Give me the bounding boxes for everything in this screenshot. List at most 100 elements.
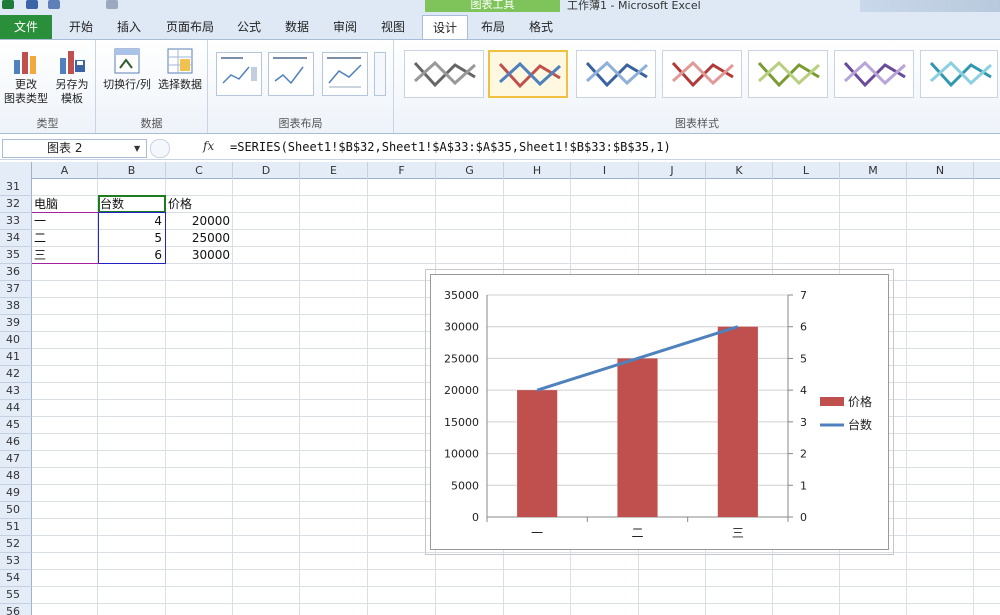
layout-1-icon [221,57,257,84]
tab-home[interactable]: 开始 [58,15,104,39]
chart-layout-3-thumbnail[interactable] [322,52,368,96]
cell-a32[interactable]: 电脑 [34,196,98,213]
tab-data[interactable]: 数据 [274,15,320,39]
chart-layouts-scroll[interactable] [374,52,386,96]
data-group-label: 数据 [140,117,163,130]
cell-c32[interactable]: 价格 [168,196,232,213]
y-tick-label-5000: 5000 [451,479,479,492]
row-header-54[interactable]: 54 [0,570,32,587]
save-as-template-button[interactable]: 另存为 模板 [50,46,94,106]
chart-layout-1-thumbnail[interactable] [216,52,262,96]
cell-c33[interactable]: 20000 [166,213,233,230]
save-icon[interactable] [26,0,38,9]
row-header-40[interactable]: 40 [0,332,32,349]
switch-row-column-button[interactable]: 切换行/列 [100,46,154,92]
column-header-m[interactable]: M [840,162,907,179]
tab-format[interactable]: 格式 [518,15,564,39]
change-chart-type-button[interactable]: 更改 图表类型 [4,46,48,106]
row-header-34[interactable]: 34 [0,230,32,247]
column-header-k[interactable]: K [706,162,773,179]
chart-style-5-thumbnail[interactable] [748,50,828,98]
redo-icon[interactable] [106,0,118,9]
y2-tick-label-1: 1 [800,479,807,492]
name-box[interactable]: 图表 2 [2,139,147,158]
y-tick-label-0: 0 [472,511,479,524]
formula-bar-splitter[interactable] [150,139,170,158]
column-header-l[interactable]: L [773,162,840,179]
column-header-a[interactable]: A [32,162,98,179]
tab-file[interactable]: 文件 [0,15,52,39]
chart-style-7-thumbnail[interactable] [920,50,998,98]
row-header-43[interactable]: 43 [0,383,32,400]
tab-view[interactable]: 视图 [370,15,416,39]
chart-styles-group-label: 图表样式 [675,117,719,130]
row-header-38[interactable]: 38 [0,298,32,315]
column-header-h[interactable]: H [504,162,571,179]
tab-page-layout[interactable]: 页面布局 [160,15,220,39]
chart-layout-2-thumbnail[interactable] [268,52,314,96]
y2-tick-label-4: 4 [800,384,807,397]
row-header-41[interactable]: 41 [0,349,32,366]
row-header-35[interactable]: 35 [0,247,32,264]
chart-style-3-thumbnail[interactable] [576,50,656,98]
row-header-32[interactable]: 32 [0,196,32,213]
select-all-corner[interactable] [0,162,32,179]
tab-review[interactable]: 审阅 [322,15,368,39]
style-1-icon [413,60,477,88]
row-header-46[interactable]: 46 [0,434,32,451]
chart-style-2-thumbnail[interactable] [488,50,568,98]
column-header-n[interactable]: N [907,162,974,179]
tab-insert[interactable]: 插入 [106,15,152,39]
row-header-53[interactable]: 53 [0,553,32,570]
style-3-icon [585,60,649,88]
name-box-dropdown-icon[interactable]: ▼ [134,144,140,153]
cell-c34[interactable]: 25000 [166,230,233,247]
column-header-c[interactable]: C [166,162,233,179]
column-header-f[interactable]: F [368,162,436,179]
legend-swatch-bar [820,397,844,406]
gridline-vertical [973,179,974,615]
chart-style-6-thumbnail[interactable] [834,50,914,98]
row-header-51[interactable]: 51 [0,519,32,536]
column-header-d[interactable]: D [233,162,300,179]
y2-tick-label-2: 2 [800,448,807,461]
window-title: 工作薄1 - Microsoft Excel [567,0,701,12]
style-4-icon [671,60,735,88]
column-header-j[interactable]: J [639,162,706,179]
row-header-31[interactable]: 31 [0,179,32,196]
tab-design[interactable]: 设计 [422,15,468,41]
formula-content[interactable]: =SERIES(Sheet1!$B$32,Sheet1!$A$33:$A$35,… [230,140,671,154]
row-header-39[interactable]: 39 [0,315,32,332]
row-header-37[interactable]: 37 [0,281,32,298]
column-header-b[interactable]: B [98,162,166,179]
row-header-42[interactable]: 42 [0,366,32,383]
series-values-range-highlight [98,212,166,264]
row-header-56[interactable]: 56 [0,604,32,615]
embedded-chart[interactable]: 0 5000 10000 15000 20000 25000 30000 35000 0 1 2 3 4… [430,274,889,550]
type-group-label: 类型 [36,117,59,130]
row-header-52[interactable]: 52 [0,536,32,553]
insert-function-icon[interactable]: fx [203,139,214,153]
row-header-36[interactable]: 36 [0,264,32,281]
select-data-button[interactable]: 选择数据 [154,46,206,92]
row-header-55[interactable]: 55 [0,587,32,604]
row-header-44[interactable]: 44 [0,400,32,417]
layout-3-icon [327,57,362,88]
layout-2-icon [273,57,307,85]
tab-formulas[interactable]: 公式 [226,15,272,39]
series-name-range-highlight [98,195,166,213]
row-header-47[interactable]: 47 [0,451,32,468]
chart-style-4-thumbnail[interactable] [662,50,742,98]
chart-style-1-thumbnail[interactable] [404,50,484,98]
row-header-50[interactable]: 50 [0,502,32,519]
column-header-i[interactable]: I [571,162,639,179]
column-header-g[interactable]: G [436,162,504,179]
cell-c35[interactable]: 30000 [166,247,233,264]
row-header-48[interactable]: 48 [0,468,32,485]
column-header-e[interactable]: E [300,162,368,179]
row-header-45[interactable]: 45 [0,417,32,434]
row-header-49[interactable]: 49 [0,485,32,502]
row-header-33[interactable]: 33 [0,213,32,230]
tab-layout[interactable]: 布局 [470,15,516,39]
undo-icon[interactable] [48,0,60,9]
